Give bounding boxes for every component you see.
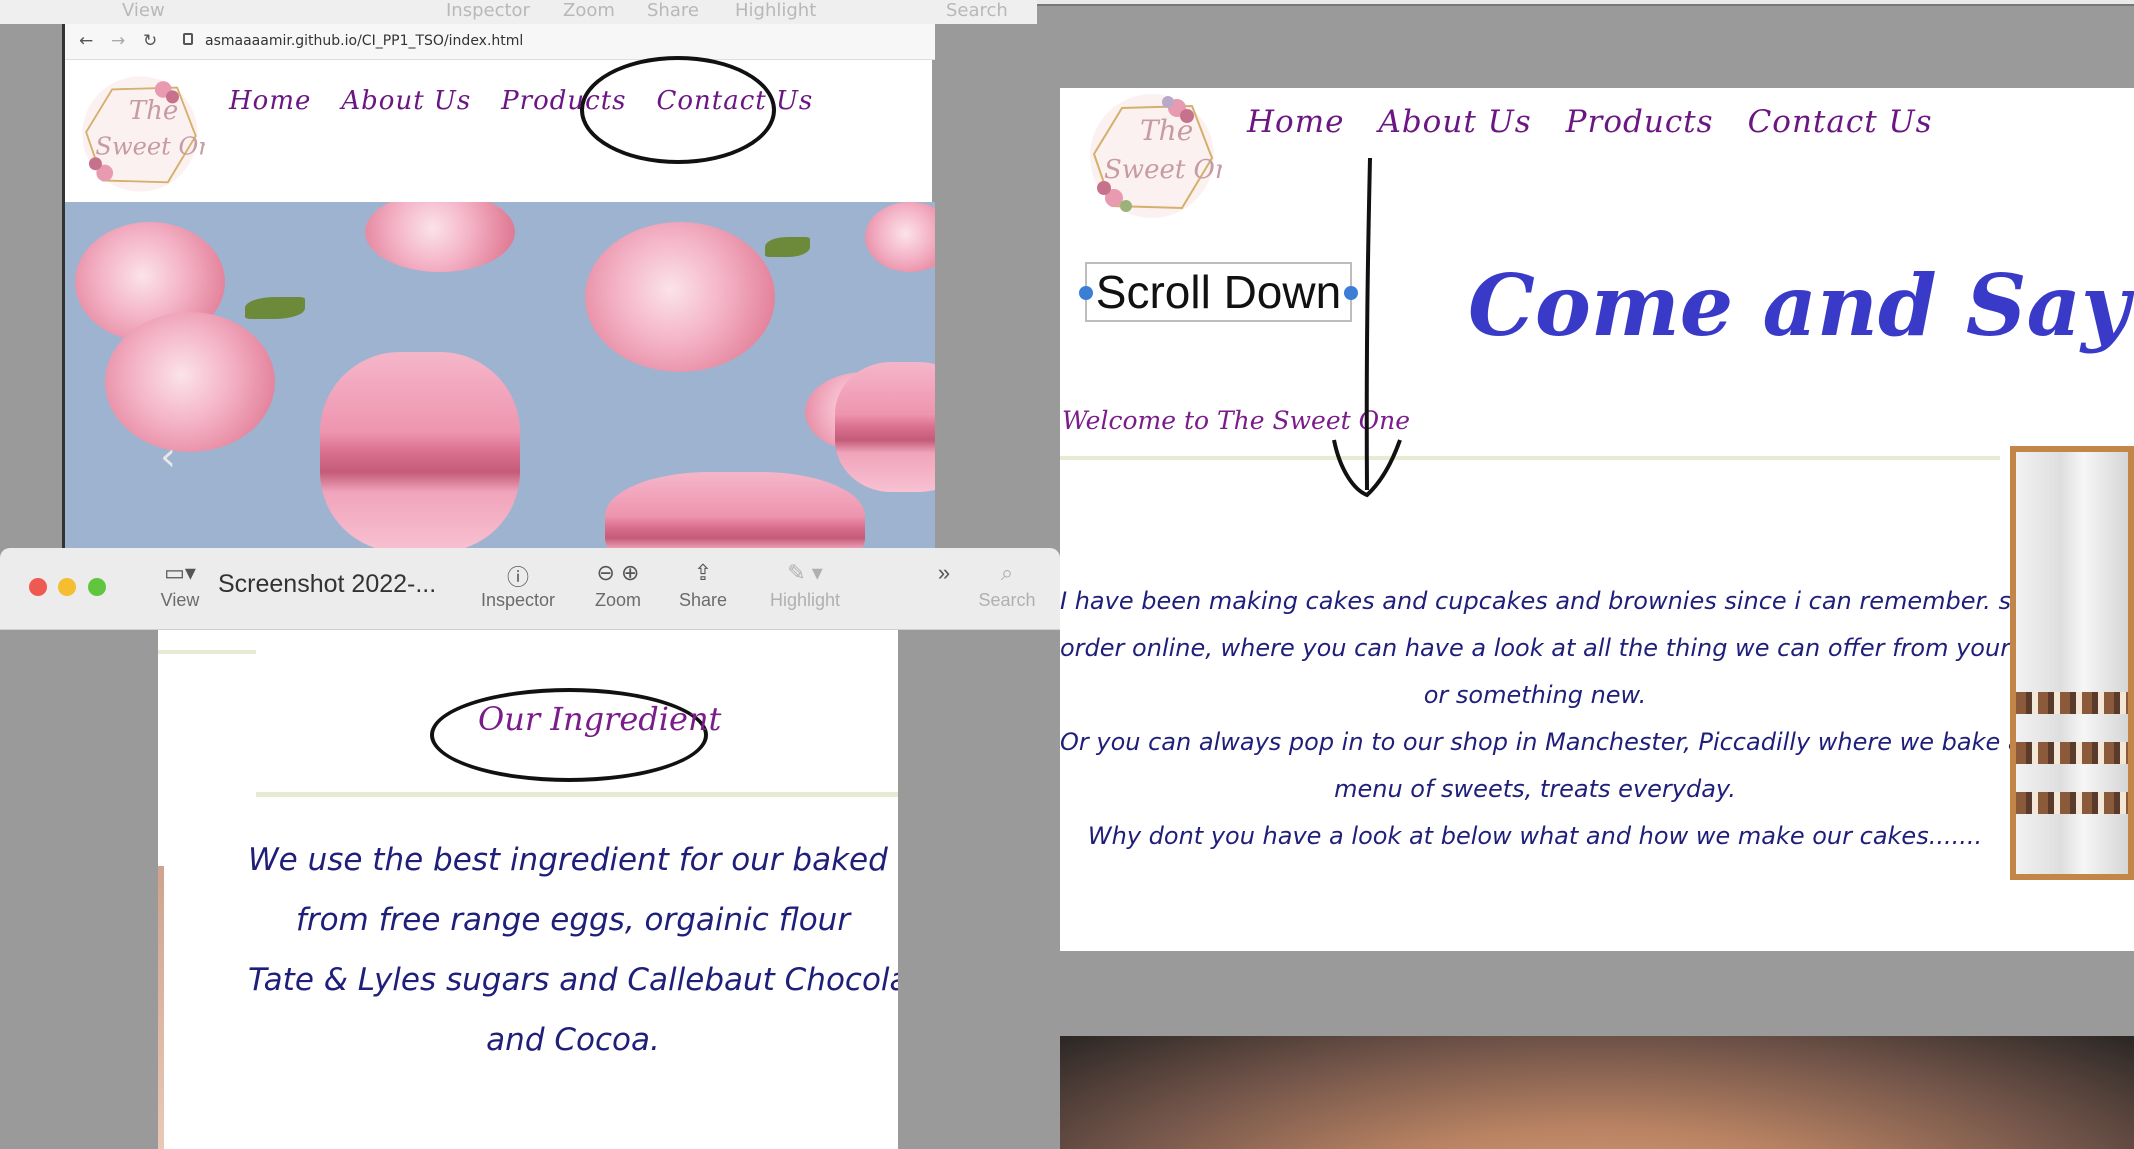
inspector-label: Inspector xyxy=(480,590,556,610)
website-page-right: The Sweet One Home About Us Products Con… xyxy=(1060,88,2134,951)
close-button[interactable] xyxy=(29,578,47,596)
about-line: menu of sweets, treats everyday. xyxy=(1334,775,1736,803)
preview-toolbar: ▭▾ View Screenshot 2022-... ⓘ Inspector … xyxy=(0,548,1060,630)
view-label: View xyxy=(160,590,200,610)
divider xyxy=(1060,456,2000,460)
url-text[interactable]: asmaaaamir.github.io/CI_PP1_TSO/index.ht… xyxy=(205,33,523,49)
highlighter-icon: ✎ ▾ xyxy=(787,560,823,585)
section-title: Our Ingredient xyxy=(478,700,722,738)
menu-share: Share xyxy=(647,0,699,21)
site-logo[interactable]: The Sweet One xyxy=(75,69,205,199)
minimize-button[interactable] xyxy=(58,578,76,596)
ingredient-text: We use the best ingredient for our baked… xyxy=(248,830,898,1070)
resize-handle-left[interactable] xyxy=(1079,286,1093,300)
nav-home[interactable]: Home xyxy=(1247,104,1344,140)
forward-icon[interactable]: → xyxy=(111,31,125,51)
nav-about-us[interactable]: About Us xyxy=(341,86,471,116)
ingredient-line: and Cocoa. xyxy=(486,1022,660,1058)
arrow-down-icon xyxy=(1332,157,1402,498)
main-nav: Home About Us Products Contact Us xyxy=(1247,104,1933,140)
browser-content: ← → ↻ asmaaaamir.github.io/CI_PP1_TSO/in… xyxy=(62,24,935,548)
carousel-prev-icon[interactable]: ‹ xyxy=(160,434,176,480)
page-heading: Come and Say Hi ! xyxy=(1468,256,2134,355)
nav-contact-us[interactable]: Contact Us xyxy=(1748,104,1933,140)
ingredient-line: We use the best ingredient for our baked… xyxy=(248,842,898,878)
view-button[interactable]: ▭▾ View xyxy=(150,560,210,611)
about-line: I have been making cakes and cupcakes an… xyxy=(1060,587,2129,615)
highlight-button[interactable]: ✎ ▾ Highlight xyxy=(762,560,848,611)
reload-icon[interactable]: ↻ xyxy=(143,31,157,51)
about-text: I have been making cakes and cupcakes an… xyxy=(1060,578,2129,860)
logo-line-2: Sweet One xyxy=(1104,155,1222,185)
nav-products[interactable]: Products xyxy=(1566,104,1714,140)
document-title[interactable]: Screenshot 2022-... xyxy=(218,570,436,599)
logo-line-2: Sweet One xyxy=(95,132,205,160)
search-button[interactable]: ⌕ Search xyxy=(974,560,1040,611)
desktop-photo xyxy=(1060,1036,2134,1149)
back-icon[interactable]: ← xyxy=(79,31,93,51)
zoom-window-button[interactable] xyxy=(88,578,106,596)
window-gap xyxy=(1060,951,2134,1036)
chevron-double-right-icon: » xyxy=(937,560,951,585)
menu-zoom: Zoom xyxy=(563,0,615,21)
shop-interior-image xyxy=(2010,446,2134,880)
logo-line-1: The xyxy=(1140,114,1193,147)
nav-home[interactable]: Home xyxy=(229,86,311,116)
share-label: Share xyxy=(678,590,728,610)
window-top-edge xyxy=(1037,0,2134,6)
sidebar-icon: ▭▾ xyxy=(164,560,196,585)
menu-view: View xyxy=(122,0,165,21)
highlight-label: Highlight xyxy=(769,590,841,610)
more-toolbar-button[interactable]: » xyxy=(926,560,962,590)
scroll-down-label: Scroll Down xyxy=(1095,266,1342,318)
background-window: The Sweet One Home About Us Products Con… xyxy=(1037,0,2134,1149)
info-icon: ⓘ xyxy=(506,565,529,590)
ingredient-line: from free range eggs, orgainic flour xyxy=(295,902,851,938)
inspector-button[interactable]: ⓘ Inspector xyxy=(476,560,560,611)
ingredient-line: Tate & Lyles sugars and Callebaut Chocol… xyxy=(248,962,898,998)
nav-about-us[interactable]: About Us xyxy=(1378,104,1531,140)
preview-document: Our Ingredient We use the best ingredien… xyxy=(158,630,898,1149)
share-icon: ⇪ xyxy=(693,560,713,585)
share-button[interactable]: ⇪ Share xyxy=(670,560,736,611)
divider xyxy=(256,792,898,797)
zoom-label: Zoom xyxy=(594,590,641,610)
about-line: Or you can always pop in to our shop in … xyxy=(1060,728,2080,756)
logo-line-1: The xyxy=(129,96,178,126)
search-label: Search xyxy=(978,590,1036,610)
about-line: or something new. xyxy=(1423,681,1647,709)
browser-window: View Inspector Zoom Share Highlight Sear… xyxy=(0,0,1037,548)
lock-icon xyxy=(183,33,193,45)
behind-toolbar-labels: View Inspector Zoom Share Highlight Sear… xyxy=(0,0,1037,24)
search-icon: ⌕ xyxy=(1000,560,1014,585)
about-line: Why dont you have a look at below what a… xyxy=(1087,822,1983,850)
preview-window: ▭▾ View Screenshot 2022-... ⓘ Inspector … xyxy=(0,548,1060,1149)
highlight-oval xyxy=(580,56,776,164)
menu-highlight: Highlight xyxy=(735,0,817,21)
menu-search: Search xyxy=(946,0,1008,21)
address-bar[interactable]: ← → ↻ asmaaaamir.github.io/CI_PP1_TSO/in… xyxy=(65,24,935,60)
divider xyxy=(158,650,256,654)
about-line: order online, where you can have a look … xyxy=(1060,634,2124,662)
menu-inspector: Inspector xyxy=(446,0,530,21)
zoom-in-out-icon: ⊖ ⊕ xyxy=(596,560,640,585)
hero-carousel-image: ‹ xyxy=(65,202,935,548)
cropped-image-edge xyxy=(158,866,164,1149)
site-logo[interactable]: The Sweet One xyxy=(1082,88,1222,224)
zoom-button[interactable]: ⊖ ⊕ Zoom xyxy=(584,560,652,611)
scroll-down-annotation[interactable]: Scroll Down xyxy=(1079,262,1358,322)
